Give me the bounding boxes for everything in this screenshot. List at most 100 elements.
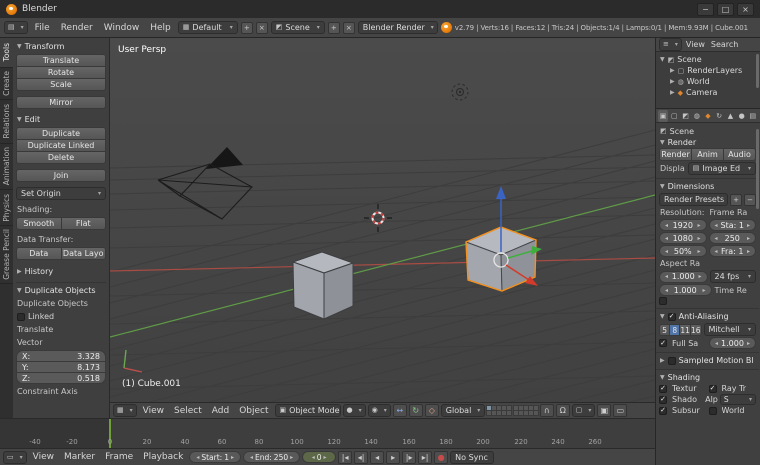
properties-scrollbar[interactable] — [756, 129, 759, 209]
view-menu[interactable]: View — [139, 406, 168, 416]
prev-keyframe-button[interactable]: ◂| — [354, 450, 369, 464]
remove-preset-button[interactable]: − — [744, 193, 756, 206]
jump-to-start-button[interactable]: |◂ — [338, 450, 353, 464]
timeline-editor-selector[interactable]: ▭ — [3, 450, 27, 464]
shading-panel-header[interactable]: Shading — [659, 372, 756, 383]
tab-grease-pencil[interactable]: Grease Pencil — [0, 226, 13, 284]
transform-panel-header[interactable]: Transform — [16, 41, 106, 52]
viewport-editor-type-selector[interactable]: ▦ — [113, 404, 137, 417]
aa-size-field[interactable]: 1.000 — [709, 337, 756, 349]
delete-layout-button[interactable]: × — [255, 21, 268, 34]
aa-filter-selector[interactable]: Mitchell — [703, 323, 756, 336]
current-frame-field[interactable]: 0 — [302, 451, 337, 463]
ptab-texture[interactable]: ▤ — [748, 110, 758, 122]
outliner-editor-selector[interactable]: ≡ — [659, 38, 682, 51]
orientation-selector[interactable]: Global — [440, 404, 485, 417]
close-button[interactable]: × — [737, 2, 754, 16]
dimensions-panel-header[interactable]: Dimensions — [659, 181, 756, 192]
world-checkbox[interactable] — [708, 406, 717, 415]
display-mode-selector[interactable]: ▤ Image Ed — [687, 162, 756, 175]
ptab-object[interactable]: ◆ — [703, 110, 713, 122]
tab-animation[interactable]: Animation — [0, 144, 13, 190]
viewport-canvas[interactable]: User Persp (1) Cube.001 — [109, 38, 656, 403]
textures-checkbox[interactable] — [659, 384, 667, 393]
start-frame-field[interactable]: Sta: 1 — [708, 219, 756, 231]
menu-render[interactable]: Render — [57, 23, 97, 33]
aa-checkbox[interactable] — [667, 312, 676, 321]
3d-viewport[interactable]: User Persp (1) Cube.001 — [109, 38, 656, 403]
scale-button[interactable]: Scale — [16, 78, 106, 91]
data-layout-button[interactable]: Data Layo — [60, 247, 106, 260]
opengl-render-anim-button[interactable]: ▭ — [613, 404, 628, 417]
ptab-modifiers[interactable]: ↻ — [714, 110, 724, 122]
snap-toggle[interactable]: Ω — [555, 404, 570, 417]
render-presets-selector[interactable]: Render Presets — [659, 193, 728, 206]
tab-physics[interactable]: Physics — [0, 190, 13, 226]
outliner-view-menu[interactable]: View — [684, 40, 707, 49]
editor-type-selector[interactable]: ▤ — [4, 21, 28, 34]
end-frame-field[interactable]: End:250 — [243, 451, 301, 463]
outliner-search-menu[interactable]: Search — [709, 40, 740, 49]
play-button[interactable]: ▸ — [386, 450, 401, 464]
ptab-data[interactable]: ▲ — [725, 110, 735, 122]
add-scene-button[interactable]: + — [327, 21, 340, 34]
tab-tools[interactable]: Tools — [0, 38, 13, 68]
outliner-item-renderlayers[interactable]: ▢RenderLayers — [658, 65, 758, 76]
ptab-world[interactable]: ◍ — [692, 110, 702, 122]
data-button[interactable]: Data — [16, 247, 62, 260]
outliner-item-scene[interactable]: ◩Scene — [658, 54, 758, 65]
render-engine-selector[interactable]: Blender Render — [357, 21, 438, 34]
viewport-shading-selector[interactable]: ● — [342, 404, 366, 417]
end-frame-field[interactable]: 250 — [708, 232, 756, 244]
menu-file[interactable]: File — [31, 23, 54, 33]
border-checkbox[interactable] — [659, 297, 667, 305]
audio-button[interactable]: Audio — [723, 148, 756, 161]
ptab-render[interactable]: ▣ — [658, 109, 669, 122]
add-layout-button[interactable]: + — [240, 21, 253, 34]
add-menu[interactable]: Add — [208, 406, 233, 416]
frame-step-field[interactable]: Fra: 1 — [708, 245, 756, 257]
timeline-marker-menu[interactable]: Marker — [60, 452, 99, 462]
aa-panel-header[interactable]: Anti-Aliasing — [659, 311, 756, 322]
edit-panel-header[interactable]: Edit — [16, 114, 106, 125]
subsurface-checkbox[interactable] — [659, 406, 667, 415]
play-reverse-button[interactable]: ◂ — [370, 450, 385, 464]
aspect-x-field[interactable]: 1.000 — [659, 270, 708, 283]
outliner-item-camera[interactable]: ◆Camera — [658, 87, 758, 98]
ptab-material[interactable]: ● — [737, 110, 747, 122]
snap-element-selector[interactable]: ▢ — [571, 404, 596, 417]
object-menu[interactable]: Object — [235, 406, 272, 416]
motion-blur-panel-header[interactable]: Sampled Motion Bl — [659, 355, 756, 366]
history-panel-header[interactable]: History — [16, 266, 106, 277]
join-button[interactable]: Join — [16, 169, 106, 182]
resolution-y-field[interactable]: 1080 — [659, 232, 707, 244]
outliner-item-world[interactable]: ◍World — [658, 76, 758, 87]
menu-help[interactable]: Help — [146, 23, 175, 33]
set-origin-menu[interactable]: Set Origin — [16, 187, 106, 200]
screen-layout-selector[interactable]: ▦ Default — [177, 21, 238, 34]
cube-object[interactable] — [291, 251, 355, 320]
tab-relations[interactable]: Relations — [0, 100, 13, 144]
delete-scene-button[interactable]: × — [342, 21, 355, 34]
manipulator-translate-toggle[interactable]: ↔ — [392, 404, 407, 417]
motion-blur-checkbox[interactable] — [667, 356, 676, 365]
render-button[interactable]: Render — [659, 148, 692, 161]
aa-samples-16[interactable]: 16 — [689, 323, 702, 336]
minimize-button[interactable]: − — [697, 2, 714, 16]
anim-button[interactable]: Anim — [691, 148, 724, 161]
aspect-y-field[interactable]: 1.000 — [659, 284, 712, 296]
ptab-scene[interactable]: ◩ — [680, 110, 690, 122]
manipulator-scale-toggle[interactable]: ◇ — [424, 404, 439, 417]
alpha-mode-selector[interactable]: S — [719, 394, 756, 405]
lock-to-scene-toggle[interactable]: ∩ — [539, 404, 554, 417]
manipulator-rotate-toggle[interactable]: ↻ — [408, 404, 423, 417]
flat-button[interactable]: Flat — [60, 217, 106, 230]
redo-panel-header[interactable]: Duplicate Objects — [16, 282, 106, 296]
delete-button[interactable]: Delete — [16, 151, 106, 164]
sync-mode-selector[interactable]: No Sync — [450, 450, 495, 464]
frame-rate-selector[interactable]: 24 fps — [709, 270, 756, 283]
outliner-scrollbar[interactable] — [756, 54, 759, 88]
next-keyframe-button[interactable]: |▸ — [402, 450, 417, 464]
scene-selector[interactable]: ◩ Scene — [270, 21, 325, 34]
timeline-view-menu[interactable]: View — [29, 452, 58, 462]
